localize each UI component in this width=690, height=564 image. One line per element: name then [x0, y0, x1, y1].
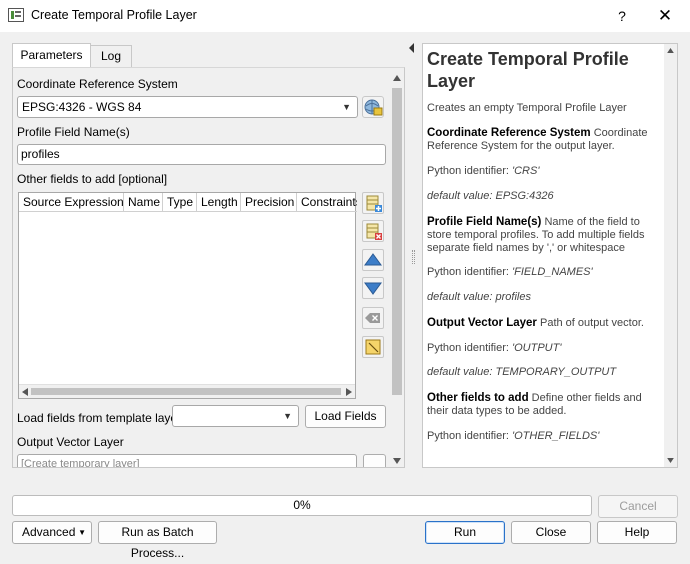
dropdown-arrow-icon: ▼	[78, 528, 86, 537]
title-help-button[interactable]: ?	[608, 4, 636, 28]
move-down-button[interactable]	[362, 277, 384, 299]
splitter-handle[interactable]	[412, 250, 415, 264]
scroll-down-icon[interactable]	[393, 458, 401, 464]
chevron-down-icon: ▼	[283, 411, 292, 421]
column-header-length[interactable]: Length	[197, 193, 241, 212]
help-panel: Create Temporal Profile Layer Creates an…	[422, 43, 678, 468]
output-browse-button[interactable]	[363, 454, 386, 467]
output-layer-label: Output Vector Layer	[17, 435, 124, 449]
window-title: Create Temporal Profile Layer	[31, 8, 197, 22]
parameters-scroll-thumb[interactable]	[392, 88, 402, 395]
template-layer-combobox[interactable]: ▼	[172, 405, 299, 427]
help-identifier: Python identifier: 'CRS'	[427, 165, 659, 178]
run-button[interactable]: Run	[425, 521, 505, 544]
help-section-name: Output Vector Layer	[427, 317, 537, 329]
identifier-label: Python identifier:	[427, 342, 509, 354]
help-button[interactable]: Help	[597, 521, 677, 544]
arrow-down-icon	[364, 282, 382, 295]
backspace-icon	[365, 313, 380, 323]
identifier-value: 'OTHER_FIELDS'	[512, 430, 600, 442]
help-scrollbar[interactable]	[664, 44, 677, 467]
output-layer-input[interactable]: [Create temporary layer]	[17, 454, 357, 467]
crs-value: EPSG:4326 - WGS 84	[22, 100, 142, 114]
help-default: default value: profiles	[427, 291, 531, 303]
crs-combobox[interactable]: EPSG:4326 - WGS 84 ▼	[17, 96, 358, 118]
identifier-value: 'FIELD_NAMES'	[512, 266, 593, 278]
identifier-label: Python identifier:	[427, 266, 509, 278]
other-fields-label: Other fields to add [optional]	[17, 172, 168, 186]
move-up-button[interactable]	[362, 249, 384, 271]
globe-icon	[364, 99, 383, 116]
tab-parameters[interactable]: Parameters	[12, 43, 91, 68]
help-section-crs: Coordinate Reference System Coordinate R…	[427, 127, 659, 153]
edit-button[interactable]	[362, 336, 384, 358]
arrow-up-icon	[364, 253, 382, 266]
output-browse-clip	[363, 454, 386, 467]
close-button[interactable]: Close	[511, 521, 591, 544]
table-horizontal-scrollbar[interactable]	[19, 384, 355, 398]
crs-label: Coordinate Reference System	[17, 77, 178, 91]
scroll-up-icon[interactable]	[393, 75, 401, 81]
help-identifier: Python identifier: 'OUTPUT'	[427, 342, 659, 355]
fields-table[interactable]: Source Expression Name Type Length Preci…	[18, 192, 357, 399]
chevron-down-icon: ▼	[342, 102, 351, 112]
delete-field-button[interactable]	[362, 220, 384, 242]
identifier-label: Python identifier:	[427, 165, 509, 177]
run-batch-button[interactable]: Run as Batch Process...	[98, 521, 217, 560]
clear-button[interactable]	[362, 307, 384, 329]
tab-log[interactable]: Log	[90, 45, 132, 67]
column-header-type[interactable]: Type	[163, 193, 197, 212]
cancel-button[interactable]: Cancel	[598, 495, 678, 518]
crs-select-button[interactable]	[362, 96, 384, 118]
table-scroll-thumb[interactable]	[31, 388, 341, 395]
column-header-source-expression[interactable]: Source Expression	[19, 193, 124, 212]
identifier-label: Python identifier:	[427, 430, 509, 442]
help-section-name: Coordinate Reference System	[427, 127, 591, 139]
identifier-value: 'CRS'	[512, 165, 540, 177]
help-section-name: Other fields to add	[427, 392, 529, 404]
help-summary: Creates an empty Temporal Profile Layer	[427, 102, 627, 114]
help-section-name: Profile Field Name(s)	[427, 216, 542, 228]
scroll-left-icon[interactable]	[22, 388, 28, 396]
help-section-other-fields: Other fields to add Define other fields …	[427, 392, 659, 418]
profile-field-label: Profile Field Name(s)	[17, 125, 130, 139]
identifier-value: 'OUTPUT'	[512, 342, 562, 354]
add-field-button[interactable]	[362, 192, 384, 214]
help-identifier: Python identifier: 'FIELD_NAMES'	[427, 266, 659, 279]
help-section-output: Output Vector Layer Path of output vecto…	[427, 317, 659, 330]
help-default: default value: TEMPORARY_OUTPUT	[427, 366, 617, 378]
window-close-button[interactable]: ✕	[650, 4, 680, 28]
load-fields-button[interactable]: Load Fields	[305, 405, 386, 428]
advanced-label: Advanced	[22, 525, 76, 539]
column-header-precision[interactable]: Precision	[241, 193, 297, 212]
column-header-constraints[interactable]: Constraints	[297, 193, 357, 212]
table-header: Source Expression Name Type Length Preci…	[19, 193, 357, 212]
edit-field-icon	[365, 339, 381, 355]
collapse-left-icon[interactable]	[408, 43, 416, 53]
column-header-name[interactable]: Name	[124, 193, 163, 212]
profile-field-input[interactable]: profiles	[17, 144, 386, 165]
template-layer-label: Load fields from template layer	[17, 411, 182, 425]
help-default: default value: EPSG:4326	[427, 190, 554, 202]
app-icon	[8, 8, 24, 22]
help-section-desc: Path of output vector.	[539, 317, 644, 329]
delete-field-icon	[366, 223, 382, 240]
help-identifier: Python identifier: 'OTHER_FIELDS'	[427, 430, 659, 443]
help-title: Create Temporal Profile Layer	[427, 49, 629, 91]
output-layer-clip: [Create temporary layer]	[17, 454, 357, 467]
scroll-up-icon[interactable]	[667, 48, 674, 53]
help-section-profile: Profile Field Name(s) Name of the field …	[427, 216, 659, 255]
scroll-right-icon[interactable]	[346, 388, 352, 396]
add-field-icon	[366, 195, 382, 212]
scroll-down-icon[interactable]	[667, 458, 674, 463]
progress-bar: 0%	[12, 495, 592, 516]
advanced-button[interactable]: Advanced ▼	[12, 521, 92, 544]
